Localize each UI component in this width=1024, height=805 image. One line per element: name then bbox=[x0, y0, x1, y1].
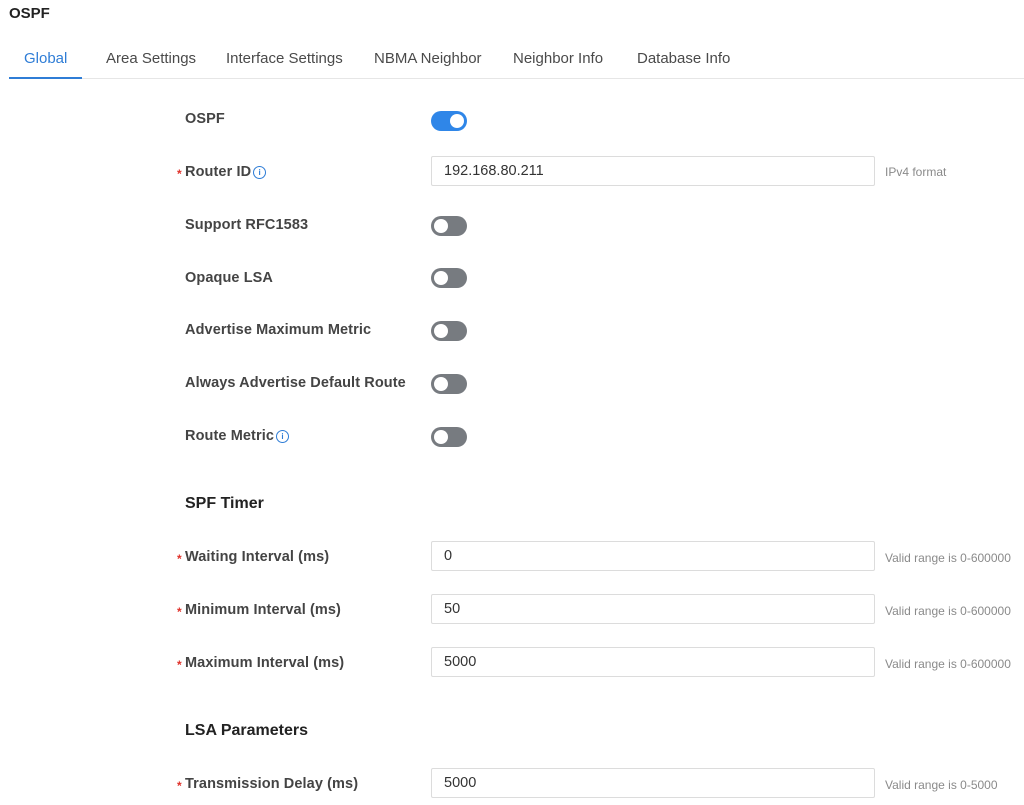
minimum-interval-input[interactable] bbox=[431, 594, 875, 624]
waiting-interval-label-text: Waiting Interval (ms) bbox=[185, 549, 330, 565]
info-icon[interactable]: i bbox=[253, 166, 267, 179]
maximum-interval-label: * Maximum Interval (ms) bbox=[177, 655, 345, 672]
maximum-interval-input[interactable] bbox=[431, 647, 875, 677]
router-id-label: * Router ID i bbox=[177, 164, 267, 181]
tab-area-settings[interactable]: Area Settings bbox=[106, 50, 196, 67]
router-id-hint: IPv4 format bbox=[885, 165, 947, 179]
transmission-delay-hint: Valid range is 0-5000 bbox=[885, 778, 998, 792]
support-rfc1583-label: Support RFC1583 bbox=[185, 217, 309, 233]
advertise-max-metric-label: Advertise Maximum Metric bbox=[185, 322, 372, 338]
required-marker: * bbox=[177, 552, 182, 566]
transmission-delay-label-text: Transmission Delay (ms) bbox=[185, 776, 359, 792]
waiting-interval-hint: Valid range is 0-600000 bbox=[885, 551, 1011, 565]
minimum-interval-hint: Valid range is 0-600000 bbox=[885, 604, 1011, 618]
tab-neighbor-info[interactable]: Neighbor Info bbox=[513, 50, 603, 67]
minimum-interval-label: * Minimum Interval (ms) bbox=[177, 602, 341, 619]
always-advertise-default-label: Always Advertise Default Route bbox=[185, 375, 406, 391]
router-id-label-text: Router ID bbox=[185, 164, 252, 180]
spf-timer-title: SPF Timer bbox=[185, 495, 264, 512]
router-id-input[interactable] bbox=[431, 156, 875, 186]
route-metric-toggle[interactable] bbox=[431, 427, 467, 447]
ospf-toggle[interactable] bbox=[431, 111, 467, 131]
ospf-label: OSPF bbox=[185, 111, 225, 127]
opaque-lsa-label: Opaque LSA bbox=[185, 270, 274, 286]
required-marker: * bbox=[177, 605, 182, 619]
minimum-interval-label-text: Minimum Interval (ms) bbox=[185, 602, 341, 618]
active-tab-indicator bbox=[9, 77, 82, 79]
lsa-parameters-title: LSA Parameters bbox=[185, 722, 309, 739]
support-rfc1583-toggle[interactable] bbox=[431, 216, 467, 236]
opaque-lsa-toggle[interactable] bbox=[431, 268, 467, 288]
route-metric-label-text: Route Metric bbox=[185, 428, 275, 444]
tab-interface-settings[interactable]: Interface Settings bbox=[226, 50, 343, 67]
always-advertise-default-toggle[interactable] bbox=[431, 374, 467, 394]
required-marker: * bbox=[177, 658, 182, 672]
maximum-interval-label-text: Maximum Interval (ms) bbox=[185, 655, 345, 671]
transmission-delay-input[interactable] bbox=[431, 768, 875, 798]
info-icon[interactable]: i bbox=[276, 430, 290, 443]
tab-database-info[interactable]: Database Info bbox=[637, 50, 730, 67]
tab-bar: Global Area Settings Interface Settings … bbox=[9, 40, 1024, 79]
required-marker: * bbox=[177, 167, 182, 181]
tab-global[interactable]: Global bbox=[24, 50, 67, 67]
transmission-delay-label: * Transmission Delay (ms) bbox=[177, 776, 359, 793]
page-title: OSPF bbox=[9, 5, 50, 22]
advertise-max-metric-toggle[interactable] bbox=[431, 321, 467, 341]
waiting-interval-label: * Waiting Interval (ms) bbox=[177, 549, 330, 566]
waiting-interval-input[interactable] bbox=[431, 541, 875, 571]
tab-nbma-neighbor[interactable]: NBMA Neighbor bbox=[374, 50, 482, 67]
required-marker: * bbox=[177, 779, 182, 793]
maximum-interval-hint: Valid range is 0-600000 bbox=[885, 657, 1011, 671]
route-metric-label: Route Metric i bbox=[185, 428, 290, 444]
